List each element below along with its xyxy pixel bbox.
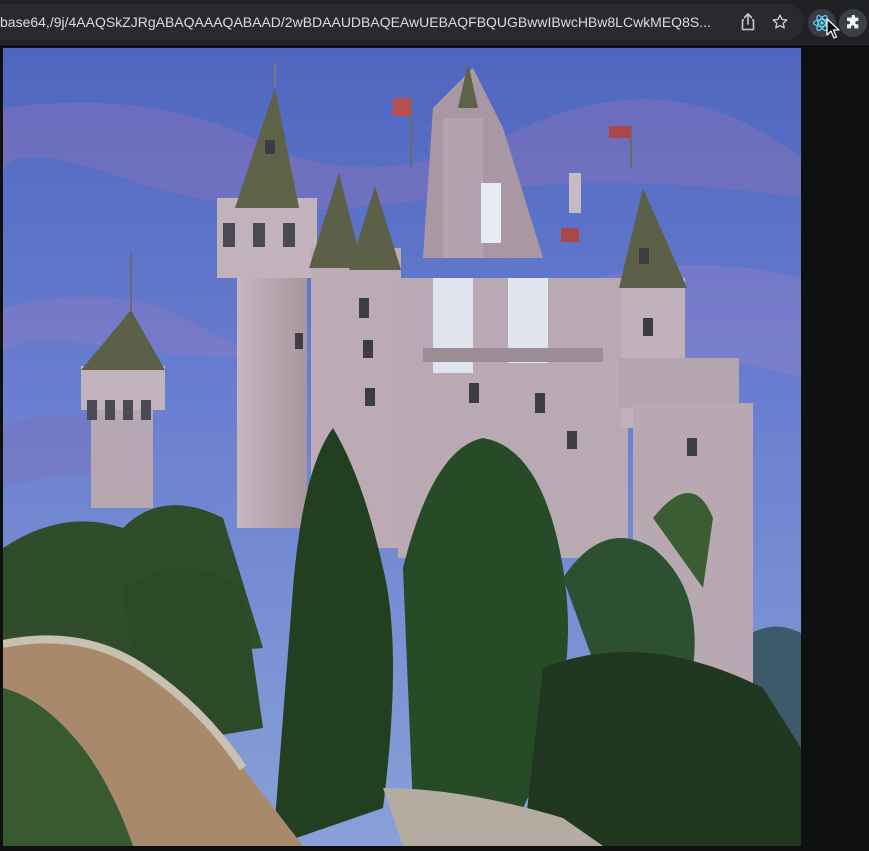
castle-image: [3, 48, 801, 846]
share-icon[interactable]: [738, 12, 758, 32]
url-text[interactable]: base64,/9j/4AAQSkZJRgABAQAAAQABAAD/2wBDA…: [0, 4, 724, 40]
browser-toolbar: base64,/9j/4AAQSkZJRgABAQAAAQABAAD/2wBDA…: [0, 0, 869, 45]
page-viewport: [0, 45, 869, 851]
castle-illustration: [3, 48, 801, 846]
address-bar[interactable]: base64,/9j/4AAQSkZJRgABAQAAAQABAAD/2wBDA…: [0, 4, 804, 40]
bookmark-star-icon[interactable]: [770, 12, 790, 32]
extensions-puzzle-icon[interactable]: [839, 9, 867, 37]
react-devtools-icon[interactable]: [808, 9, 836, 37]
